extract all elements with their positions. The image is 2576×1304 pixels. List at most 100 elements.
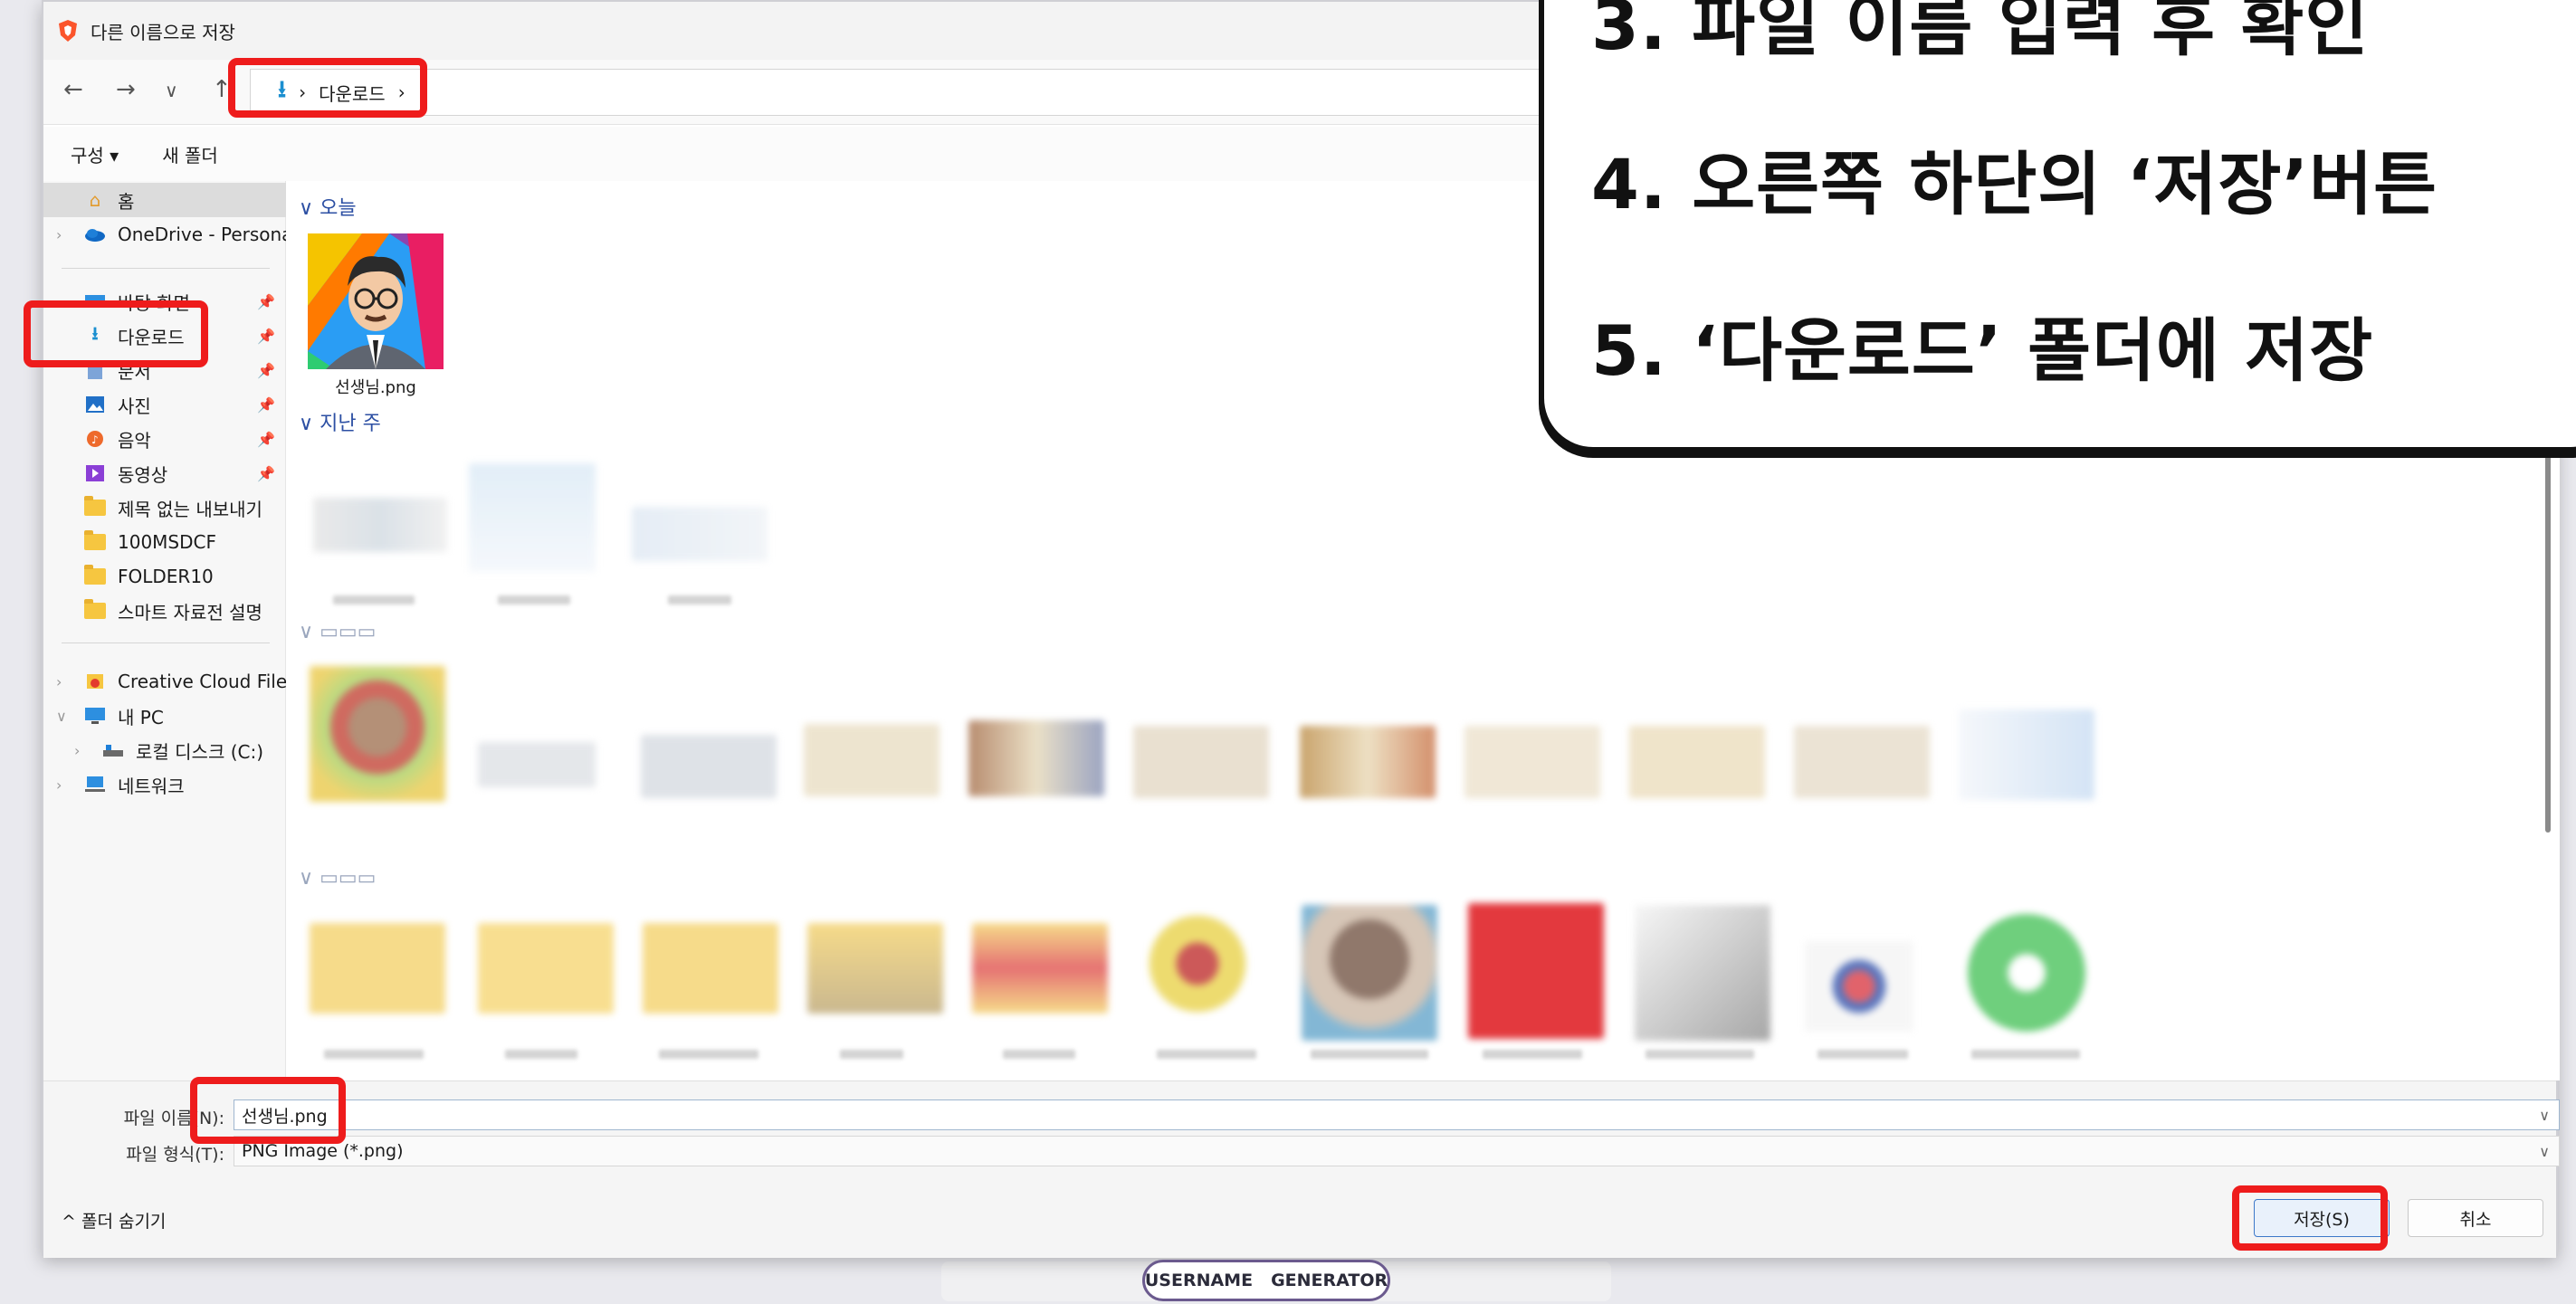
document-icon [83, 360, 107, 380]
pin-icon: 📌 [257, 395, 275, 414]
blurred-folder[interactable] [807, 923, 943, 1014]
sidebar-item-label: Creative Cloud Files [118, 671, 286, 692]
sidebar-item-folder-100msdcf[interactable]: 100MSDCF [43, 525, 286, 559]
breadcrumb-separator: › [299, 81, 307, 103]
organize-button[interactable]: 구성 ▾ [71, 141, 119, 167]
blurred-file-thumbnail[interactable] [968, 720, 1104, 796]
blurred-file-thumbnail[interactable] [804, 724, 940, 796]
instruction-callout: 3. 파일 이름 입력 후 확인 4. 오른쪽 하단의 ‘저장’버튼 5. ‘다… [1539, 0, 2576, 452]
blurred-file-thumbnail[interactable] [478, 742, 596, 787]
network-icon [83, 775, 107, 795]
sidebar-item-music[interactable]: ♪ 음악 📌 [43, 422, 286, 456]
chevron-right-icon: › [74, 741, 81, 759]
svg-text:♪: ♪ [91, 433, 99, 446]
instruction-step-5: 5. ‘다운로드’ 폴더에 저장 [1591, 310, 2374, 391]
filename-value: 선생님.png [242, 1106, 328, 1127]
vertical-scrollbar[interactable] [2545, 443, 2551, 833]
blurred-file-thumbnail[interactable] [1148, 905, 1247, 1023]
sidebar-item-label: 홈 [118, 190, 135, 213]
video-icon [83, 463, 107, 483]
sidebar-item-label: 사진 [118, 395, 151, 417]
blurred-folder[interactable] [643, 923, 778, 1014]
sidebar-item-local-disk[interactable]: › 로컬 디스크 (C:) [43, 733, 286, 767]
sidebar-item-label: 문서 [118, 360, 151, 383]
blurred-file-thumbnail[interactable] [469, 463, 596, 572]
sidebar-item-home[interactable]: ⌂ 홈 [43, 183, 286, 217]
recent-locations-button[interactable]: ∨ [165, 80, 178, 101]
filename-input[interactable]: 선생님.png ∨ [234, 1099, 2560, 1130]
group-header-last-week[interactable]: ∨ 지난 주 [299, 407, 381, 436]
filetype-select[interactable]: PNG Image (*.png) ∨ [234, 1136, 2560, 1166]
folder-icon [83, 599, 107, 621]
sidebar-item-onedrive[interactable]: › OneDrive - Personal [43, 217, 286, 252]
blurred-file-thumbnail[interactable] [1968, 914, 2085, 1032]
group-header-blurred[interactable]: ∨ ▭▭▭ [299, 621, 376, 643]
chevron-down-icon[interactable]: ∨ [2539, 1143, 2550, 1160]
file-thumbnail-teacher[interactable] [308, 233, 444, 369]
forward-button[interactable]: → [116, 76, 136, 103]
blurred-file-thumbnail[interactable] [1468, 903, 1604, 1039]
hide-folders-button[interactable]: ^ 폴더 숨기기 [62, 1208, 166, 1233]
sidebar-item-videos[interactable]: 동영상 📌 [43, 456, 286, 490]
sidebar-item-label: 로컬 디스크 (C:) [136, 740, 264, 763]
sidebar-item-this-pc[interactable]: ∨ 내 PC [43, 699, 286, 733]
blurred-file-thumbnail[interactable] [1465, 726, 1600, 798]
group-header-blurred[interactable]: ∨ ▭▭▭ [299, 867, 376, 890]
blurred-file-label [1646, 1050, 1754, 1059]
sidebar-item-folder10[interactable]: FOLDER10 [43, 559, 286, 594]
blurred-file-label [505, 1050, 577, 1059]
blurred-file-thumbnail[interactable] [1959, 709, 2094, 800]
file-name-label[interactable]: 선생님.png [299, 375, 453, 398]
up-button[interactable]: ↑ [212, 76, 232, 103]
blurred-file-label [840, 1050, 903, 1059]
save-button[interactable]: 저장(S) [2254, 1199, 2390, 1237]
new-folder-button[interactable]: 새 폴더 [162, 141, 218, 167]
blurred-file-label [1818, 1050, 1908, 1059]
save-options-panel: 파일 이름(N): 선생님.png ∨ 파일 형식(T): PNG Image … [43, 1080, 2560, 1258]
sidebar-item-folder-smart[interactable]: 스마트 자료전 설명 [43, 594, 286, 628]
blurred-file-label [1971, 1050, 2080, 1059]
blurred-file-label [1003, 1050, 1075, 1059]
pin-icon: 📌 [257, 292, 275, 310]
breadcrumb-separator: › [397, 81, 405, 103]
blurred-file-thumbnail[interactable] [1794, 726, 1930, 798]
sidebar-item-label: 동영상 [118, 463, 168, 486]
blurred-folder[interactable] [310, 923, 445, 1014]
blurred-folder[interactable] [478, 923, 614, 1014]
blurred-file-label [1157, 1050, 1256, 1059]
blurred-file-thumbnail[interactable] [641, 735, 777, 798]
sidebar-item-network[interactable]: › 네트워크 [43, 767, 286, 802]
blurred-file-label [1483, 1050, 1582, 1059]
download-icon: ⭳ [91, 322, 99, 344]
sidebar-item-documents[interactable]: 문서 📌 [43, 353, 286, 387]
blurred-file-thumbnail[interactable] [1133, 726, 1269, 798]
sidebar-divider [62, 268, 270, 269]
blurred-file-thumbnail[interactable] [632, 507, 768, 561]
instruction-step-4: 4. 오른쪽 하단의 ‘저장’버튼 [1591, 144, 2438, 224]
blurred-file-thumbnail[interactable] [1635, 905, 1770, 1041]
breadcrumb-downloads[interactable]: 다운로드 [319, 80, 386, 106]
blurred-folder[interactable] [972, 923, 1108, 1014]
sidebar-item-creative-cloud[interactable]: › Creative Cloud Files [43, 664, 286, 699]
blurred-file-label [324, 1050, 424, 1059]
sidebar-item-pictures[interactable]: 사진 📌 [43, 387, 286, 422]
cancel-button[interactable]: 취소 [2408, 1199, 2543, 1237]
sidebar-item-downloads[interactable]: ⭳ 다운로드 📌 [43, 319, 286, 353]
back-button[interactable]: ← [63, 76, 83, 103]
blurred-file-thumbnail[interactable] [1300, 726, 1436, 798]
sidebar-item-label: 스마트 자료전 설명 [118, 601, 262, 623]
chevron-right-icon: › [56, 672, 62, 690]
blurred-file-thumbnail[interactable] [1805, 941, 1913, 1032]
sidebar-item-folder-export[interactable]: 제목 없는 내보내기 [43, 490, 286, 525]
music-icon: ♪ [83, 429, 107, 449]
sidebar-item-desktop[interactable]: 바탕 화면 📌 [43, 284, 286, 319]
folder-icon [83, 530, 107, 552]
blurred-file-thumbnail[interactable] [313, 498, 447, 552]
chevron-down-icon[interactable]: ∨ [2539, 1107, 2550, 1124]
group-header-today[interactable]: ∨ 오늘 [299, 192, 357, 221]
sidebar-item-label: 바탕 화면 [118, 291, 190, 314]
blurred-file-thumbnail[interactable] [1302, 905, 1437, 1041]
navigation-pane: ⌂ 홈 › OneDrive - Personal 바탕 화면 📌 ⭳ 다운로드… [43, 181, 286, 1080]
blurred-file-thumbnail[interactable] [310, 666, 445, 802]
blurred-file-thumbnail[interactable] [1629, 726, 1765, 798]
